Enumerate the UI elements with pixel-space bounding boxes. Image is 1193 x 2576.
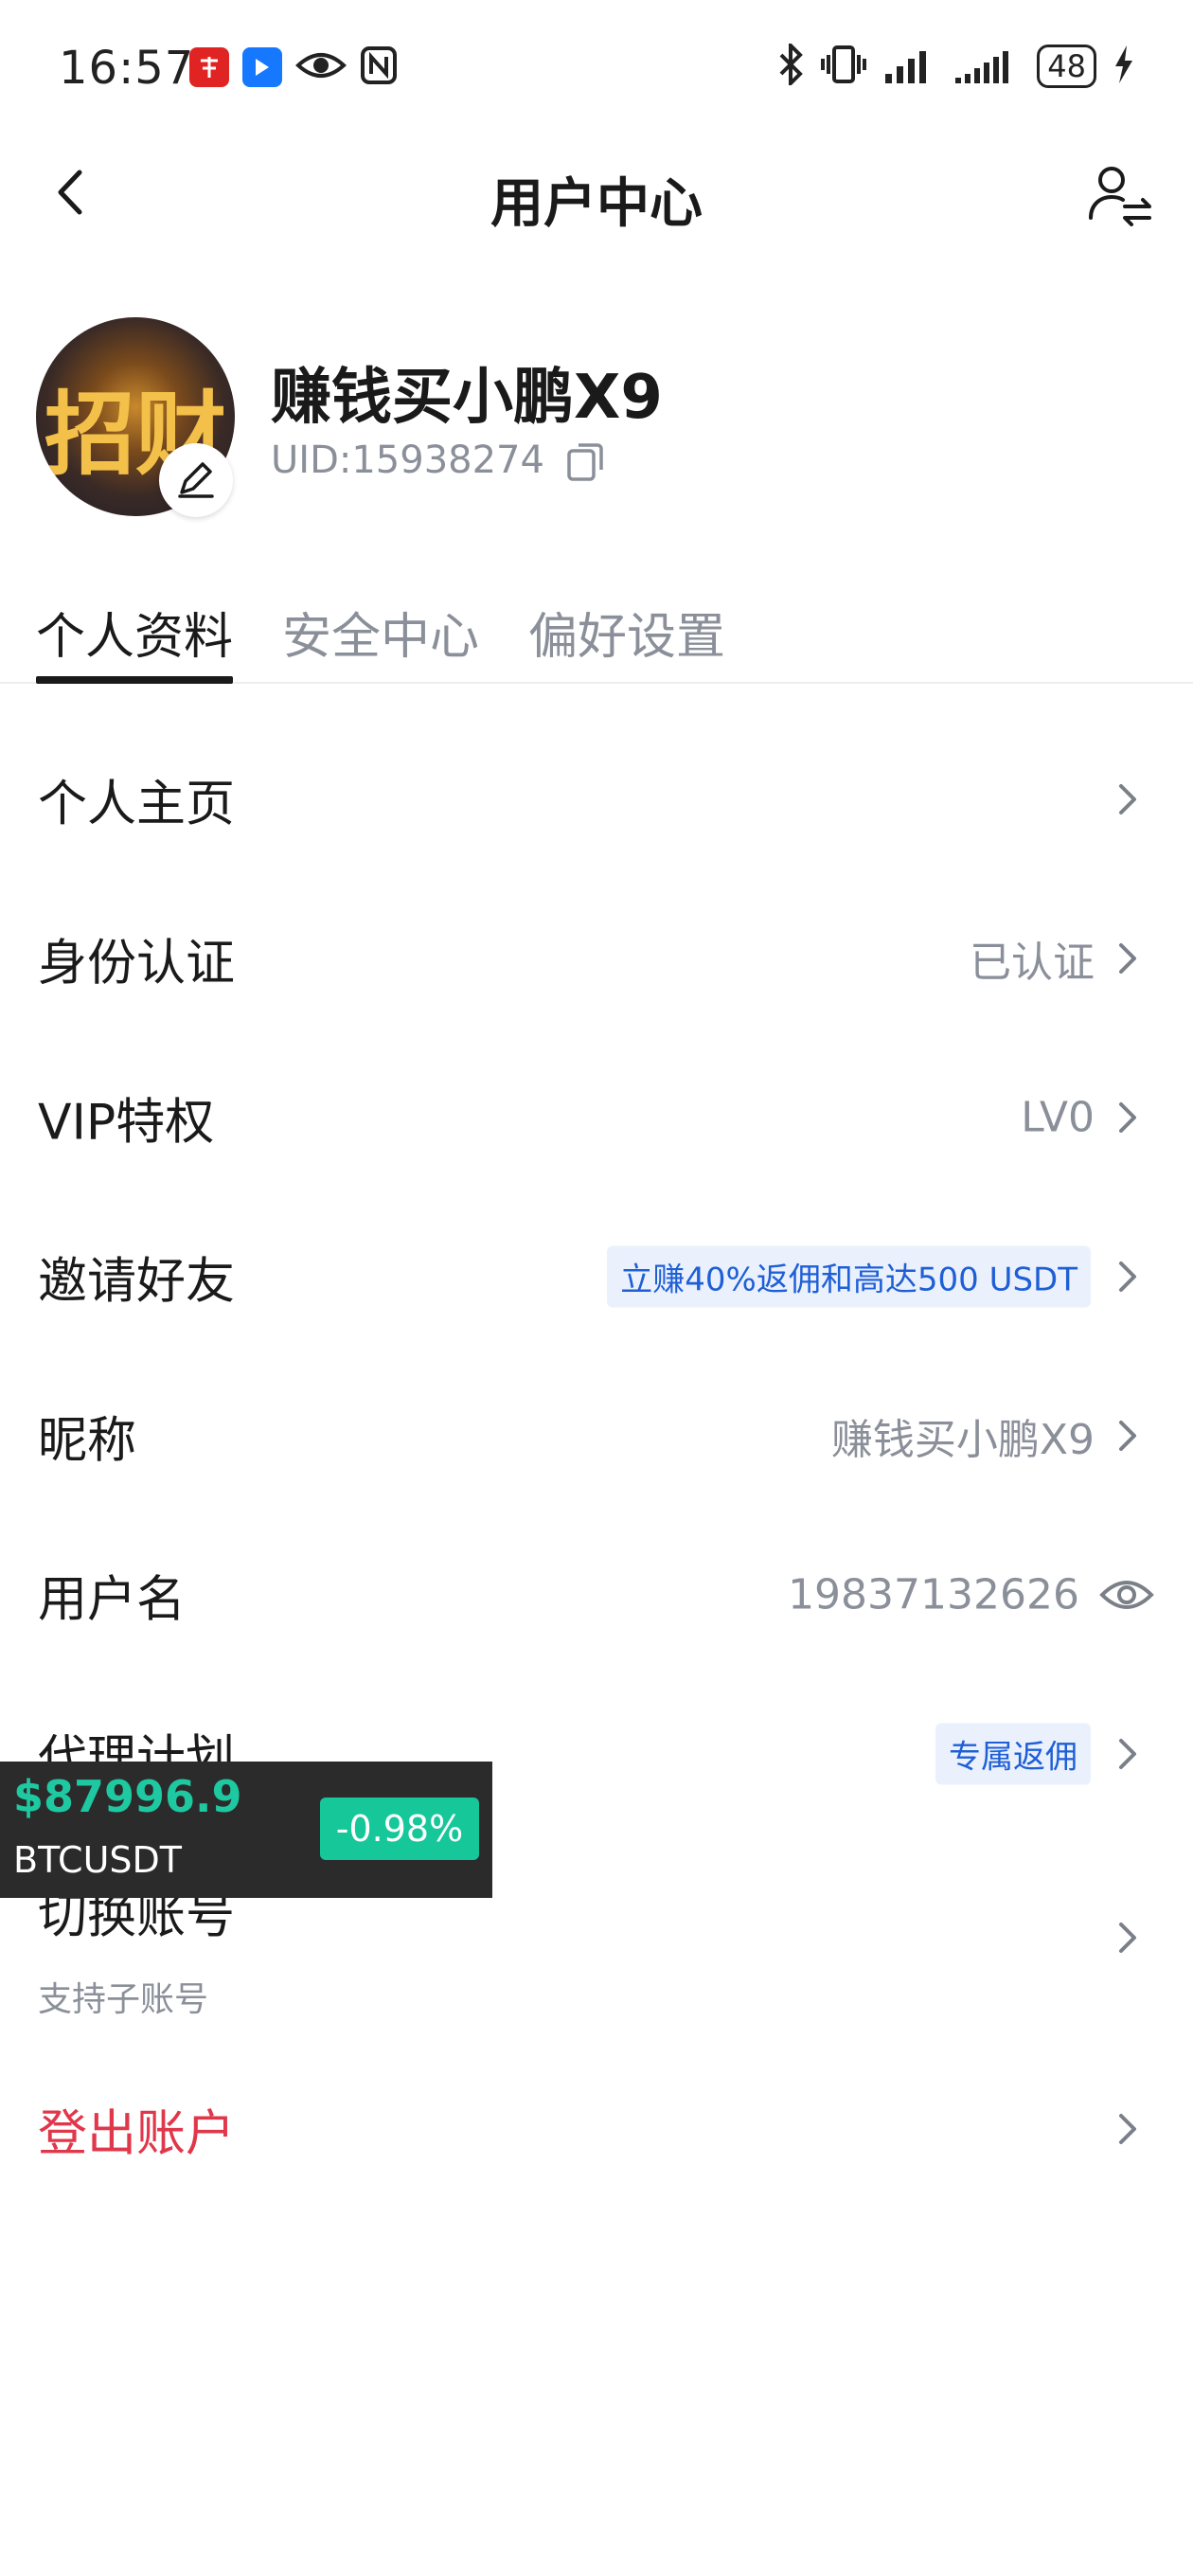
price-ticker-widget[interactable]: $87996.9 BTCUSDT -0.98%	[0, 1762, 492, 1898]
chevron-right-icon	[1119, 1261, 1136, 1292]
row-vip[interactable]: VIP特权 LV0	[0, 1038, 1193, 1197]
status-system-icons: 48	[777, 41, 1134, 89]
ticker-change-badge: -0.98%	[320, 1798, 479, 1860]
nfc-icon	[360, 45, 398, 89]
profile-nickname: 赚钱买小鹏X9	[271, 363, 663, 433]
header: 用户中心	[0, 133, 1193, 256]
row-value: LV0	[1021, 1093, 1095, 1142]
app-red-icon	[189, 47, 229, 87]
charging-icon	[1113, 44, 1134, 89]
pencil-icon	[178, 462, 214, 498]
copy-icon	[567, 443, 603, 481]
agent-promo-badge: 专属返佣	[935, 1723, 1091, 1785]
user-switch-icon	[1089, 167, 1151, 226]
chevron-right-icon	[1119, 2114, 1136, 2144]
row-logout[interactable]: 登出账户	[0, 2049, 1193, 2209]
signal-icon-2	[953, 44, 1020, 89]
row-username: 用户名 19837132626	[0, 1515, 1193, 1674]
vibrate-icon	[821, 44, 867, 89]
row-label: 用户名	[38, 1571, 187, 1629]
uid-text: UID:15938274	[271, 438, 544, 482]
tab-personal-info[interactable]: 个人资料	[36, 597, 233, 668]
tab-preferences[interactable]: 偏好设置	[528, 597, 725, 668]
signal-icon	[883, 44, 936, 89]
row-label: 邀请好友	[38, 1253, 236, 1311]
status-bar: 16:57 48	[0, 0, 1193, 133]
logout-label: 登出账户	[38, 2105, 236, 2163]
row-label: 身份认证	[38, 935, 236, 993]
row-homepage[interactable]: 个人主页	[0, 720, 1193, 879]
status-app-icons	[189, 45, 398, 89]
row-label: 个人主页	[38, 776, 236, 833]
row-label: VIP特权	[38, 1094, 215, 1152]
profile-tabs: 个人资料 安全中心 偏好设置	[0, 587, 1193, 684]
row-value: 19837132626	[788, 1570, 1079, 1619]
row-sublabel: 支持子账号	[38, 1980, 209, 2019]
chevron-right-icon	[1119, 1421, 1136, 1451]
chevron-right-icon	[1119, 943, 1136, 974]
battery-icon: 48	[1037, 45, 1096, 88]
tab-security-center[interactable]: 安全中心	[282, 597, 479, 668]
chevron-right-icon	[1119, 1102, 1136, 1133]
row-identity[interactable]: 身份认证 已认证	[0, 879, 1193, 1038]
page-title: 用户中心	[490, 173, 703, 235]
ticker-price: $87996.9	[13, 1771, 242, 1822]
invite-promo-badge: 立赚40%返佣和高达500 USDT	[607, 1245, 1091, 1308]
app-blue-icon	[242, 47, 282, 87]
row-value: 赚钱买小鹏X9	[830, 1416, 1095, 1464]
ticker-symbol: BTCUSDT	[13, 1839, 182, 1881]
row-value: 已认证	[970, 939, 1095, 987]
tab-active-indicator	[36, 676, 233, 684]
eye-icon	[295, 46, 347, 88]
chevron-right-icon	[1119, 1923, 1136, 1953]
chevron-right-icon	[1119, 1739, 1136, 1769]
row-nickname[interactable]: 昵称 赚钱买小鹏X9	[0, 1356, 1193, 1515]
status-time: 16:57	[59, 42, 195, 95]
chevron-right-icon	[1119, 784, 1136, 814]
bluetooth-icon	[777, 41, 804, 89]
switch-user-button[interactable]	[1083, 159, 1155, 231]
row-label: 昵称	[38, 1412, 137, 1470]
edit-avatar-button[interactable]	[159, 443, 233, 517]
copy-uid-button[interactable]	[563, 438, 609, 483]
eye-icon[interactable]	[1098, 1574, 1155, 1616]
uid-row: UID:15938274	[271, 438, 609, 483]
row-invite[interactable]: 邀请好友 立赚40%返佣和高达500 USDT	[0, 1197, 1193, 1356]
